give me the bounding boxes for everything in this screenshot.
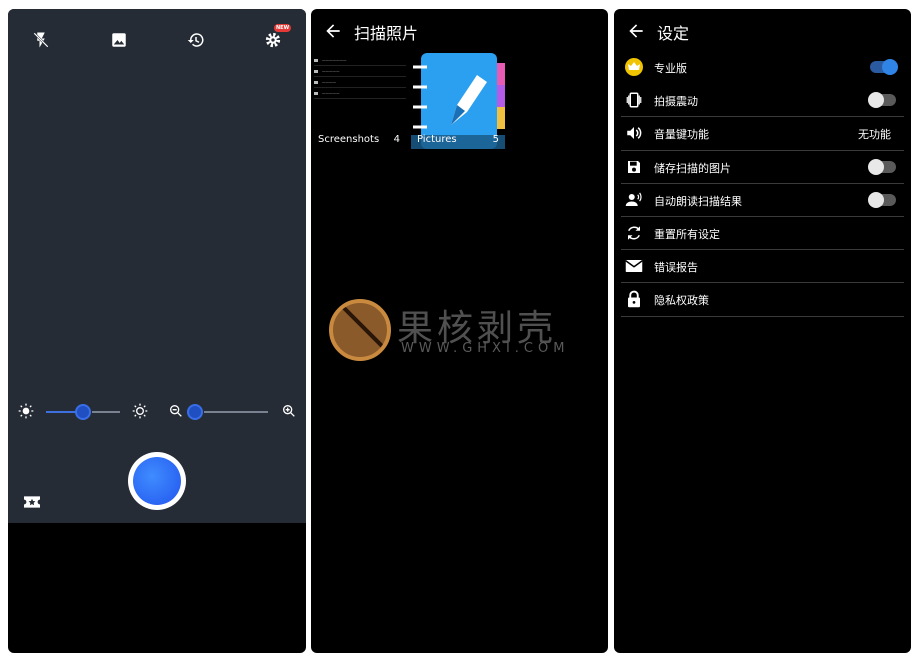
zoom-track [204, 411, 268, 413]
camera-viewfinder[interactable]: NEW [8, 9, 306, 523]
shutter-button[interactable] [128, 452, 186, 510]
shutter-button-inner [133, 457, 181, 505]
brightness-high-icon [132, 403, 148, 419]
setting-volume-key[interactable]: 音量键功能 无功能 [621, 117, 904, 151]
back-arrow-icon[interactable] [626, 21, 646, 41]
setting-label: 专业版 [654, 62, 687, 75]
setting-label: 储存扫描的图片 [654, 161, 731, 175]
zoom-out-icon [170, 405, 182, 417]
page-title: 设定 [657, 24, 690, 43]
gallery-app-bar: 扫描照片 [311, 9, 608, 53]
settings-screen: 设定 专业版 拍摄震动 音量键功能 无功能 储存扫描的图片 自动朗读扫描结果 重… [614, 9, 911, 653]
vibrate-icon [625, 91, 643, 109]
ticket-star-icon[interactable] [22, 494, 42, 510]
setting-privacy-policy[interactable]: 隐私权政策 [621, 283, 904, 317]
auto-read-toggle[interactable] [868, 191, 896, 208]
setting-label: 自动朗读扫描结果 [654, 194, 742, 208]
page-title: 扫描照片 [354, 24, 419, 43]
crown-icon [625, 58, 643, 76]
lock-icon [625, 290, 643, 308]
save-images-toggle[interactable] [868, 158, 896, 175]
pro-version-toggle[interactable] [870, 59, 898, 75]
brightness-zoom-controls [8, 401, 306, 423]
flash-off-icon[interactable] [30, 29, 52, 51]
setting-save-images[interactable]: 储存扫描的图片 [621, 151, 904, 184]
setting-pro-version[interactable]: 专业版 [621, 51, 904, 84]
brightness-track [92, 411, 120, 413]
album-name: Pictures [417, 134, 457, 145]
save-icon [625, 158, 643, 176]
setting-bug-report[interactable]: 错误报告 [621, 250, 904, 284]
history-icon[interactable] [185, 29, 207, 51]
setting-label: 隐私权政策 [654, 294, 709, 308]
album-screenshots[interactable]: ——————— ————— ———— ————— Screenshots 4 [312, 53, 406, 149]
settings-icon[interactable]: NEW [262, 24, 292, 51]
new-badge: NEW [274, 24, 292, 32]
shoot-vibrate-toggle[interactable] [868, 92, 896, 109]
reset-icon [625, 224, 643, 242]
volume-icon [625, 124, 643, 142]
setting-shoot-vibrate[interactable]: 拍摄震动 [621, 84, 904, 118]
album-pictures[interactable]: Pictures 5 [411, 53, 505, 149]
mail-icon [625, 257, 643, 275]
setting-label: 错误报告 [654, 261, 698, 275]
settings-app-bar: 设定 [614, 9, 911, 53]
album-count: 5 [492, 134, 499, 145]
setting-reset-all[interactable]: 重置所有设定 [621, 217, 904, 251]
setting-label: 重置所有设定 [654, 227, 720, 241]
album-name: Screenshots [318, 134, 380, 145]
zoom-in-icon [283, 405, 295, 417]
brightness-low-icon [18, 403, 34, 419]
speak-icon [625, 191, 643, 209]
album-count: 4 [393, 134, 400, 145]
setting-label: 音量键功能 [654, 128, 709, 142]
watermark-url: WWW.GHXI.COM [401, 341, 570, 356]
camera-screen: NEW [8, 9, 306, 653]
gallery-screen: 扫描照片 ——————— ————— ———— ————— Screenshot… [311, 9, 608, 653]
setting-label: 拍摄震动 [654, 95, 698, 109]
brightness-slider-thumb[interactable] [75, 404, 91, 420]
setting-value: 无功能 [858, 128, 891, 142]
image-icon[interactable] [108, 29, 130, 51]
zoom-slider-thumb[interactable] [187, 404, 203, 420]
back-arrow-icon[interactable] [323, 21, 343, 41]
settings-list: 专业版 拍摄震动 音量键功能 无功能 储存扫描的图片 自动朗读扫描结果 重置所有… [621, 51, 904, 317]
watermark: 果核剥壳 WWW.GHXI.COM [329, 299, 591, 361]
watermark-logo [329, 299, 391, 361]
setting-auto-read[interactable]: 自动朗读扫描结果 [621, 184, 904, 217]
